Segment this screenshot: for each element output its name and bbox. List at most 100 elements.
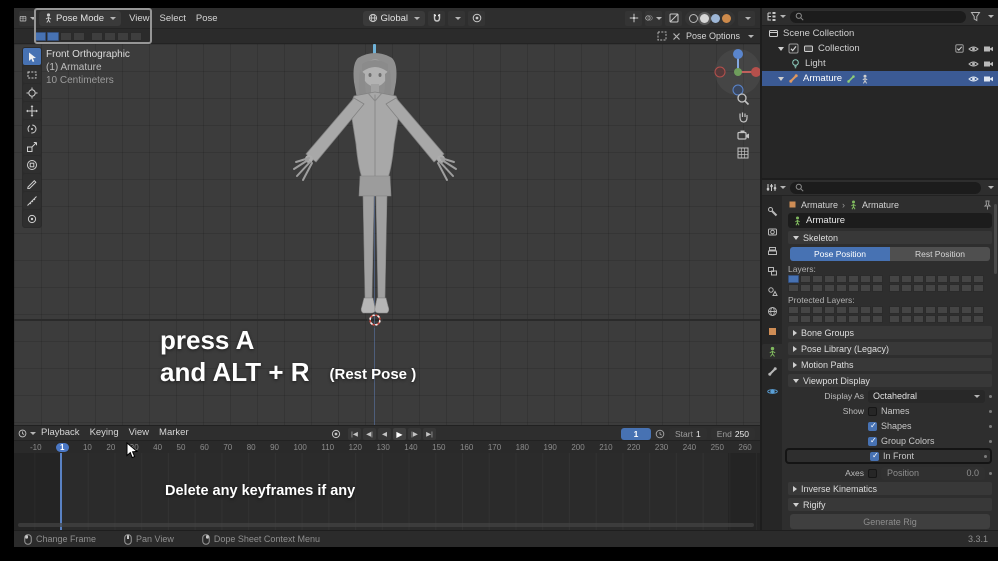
layer-toggle[interactable] [937, 284, 948, 292]
layer-toggle[interactable] [824, 275, 835, 283]
protected-layer-toggle[interactable] [937, 306, 948, 314]
zoom-icon[interactable] [736, 92, 750, 106]
section-motion-paths[interactable]: Motion Paths [788, 358, 992, 371]
bone-layer-toggle[interactable] [104, 32, 116, 41]
pan-hand-icon[interactable] [736, 110, 750, 124]
protected-layer-toggle[interactable] [925, 306, 936, 314]
menu-item[interactable]: Keying [85, 425, 124, 441]
tab-physics[interactable] [762, 384, 782, 399]
protected-layer-toggle[interactable] [889, 306, 900, 314]
end-frame-field[interactable]: End 250 [711, 428, 755, 440]
clock-small-icon[interactable] [655, 429, 665, 439]
layer-toggle[interactable] [913, 284, 924, 292]
cursor-tool-button[interactable] [23, 84, 41, 101]
protected-layer-toggle[interactable] [913, 306, 924, 314]
section-pose-library[interactable]: Pose Library (Legacy) [788, 342, 992, 355]
layer-toggle[interactable] [812, 275, 823, 283]
generate-rig-button[interactable]: Generate Rig [790, 514, 990, 529]
move-tool-button[interactable] [23, 102, 41, 119]
layer-toggle[interactable] [800, 284, 811, 292]
camera-icon[interactable] [983, 44, 994, 53]
eye-icon[interactable] [968, 60, 979, 68]
layer-toggle[interactable] [848, 275, 859, 283]
show-overlays-button[interactable] [645, 11, 662, 26]
bone-layer-toggle[interactable] [73, 32, 85, 41]
start-frame-field[interactable]: Start 1 [669, 428, 707, 440]
outliner-row-light[interactable]: Light [762, 56, 998, 71]
camera-icon[interactable] [983, 74, 994, 83]
scale-tool-button[interactable] [23, 138, 41, 155]
x-mirror-icon[interactable] [672, 32, 681, 41]
layer-toggle[interactable] [949, 275, 960, 283]
menu-item[interactable]: Select [154, 8, 190, 29]
layer-toggle[interactable] [925, 275, 936, 283]
transform-mirror-icon[interactable] [657, 31, 667, 41]
layer-toggle[interactable] [937, 275, 948, 283]
tab-bone[interactable] [762, 364, 782, 379]
shading-solid-icon[interactable] [700, 14, 709, 23]
bone-layer-toggle[interactable] [34, 32, 46, 41]
breadcrumb-object[interactable]: Armature [801, 200, 838, 210]
select-box-tool-button[interactable] [23, 66, 41, 83]
animate-dot[interactable] [989, 410, 992, 413]
layer-toggle[interactable] [973, 275, 984, 283]
snap-toggle-button[interactable] [428, 11, 445, 26]
bone-layer-toggle[interactable] [117, 32, 129, 41]
shapes-checkbox[interactable] [868, 422, 877, 431]
layer-toggle[interactable] [973, 284, 984, 292]
layer-toggle[interactable] [872, 275, 883, 283]
layer-toggle[interactable] [961, 275, 972, 283]
transform-orientation-dropdown[interactable]: Global [363, 11, 425, 26]
snap-settings-button[interactable] [448, 11, 465, 26]
tab-world[interactable] [762, 304, 782, 319]
layer-toggle[interactable] [889, 275, 900, 283]
protected-layer-toggle[interactable] [961, 315, 972, 323]
transport-button[interactable]: ◀| [363, 428, 376, 440]
protected-layer-toggle[interactable] [973, 306, 984, 314]
layer-toggle[interactable] [913, 275, 924, 283]
protected-layer-toggle[interactable] [872, 315, 883, 323]
protected-layer-toggle[interactable] [848, 315, 859, 323]
proportional-edit-button[interactable] [468, 11, 485, 26]
bone-layer-toggle[interactable] [60, 32, 72, 41]
tweak-tool-button[interactable] [23, 48, 41, 65]
animate-dot[interactable] [984, 455, 987, 458]
group-colors-checkbox[interactable] [868, 437, 877, 446]
transport-button[interactable]: ▶ [393, 428, 406, 440]
layer-toggle[interactable] [901, 275, 912, 283]
disclosure-triangle-icon[interactable] [778, 47, 784, 51]
section-viewport-display[interactable]: Viewport Display [788, 374, 992, 387]
tab-tool[interactable] [762, 204, 782, 219]
transport-button[interactable]: |◀ [348, 428, 361, 440]
measure-tool-button[interactable] [23, 192, 41, 209]
protected-layer-toggle[interactable] [824, 315, 835, 323]
bone-layer-toggle[interactable] [91, 32, 103, 41]
protected-layer-toggle[interactable] [949, 315, 960, 323]
pose-options-dropdown[interactable]: Pose Options [686, 31, 740, 41]
protected-layer-toggle[interactable] [788, 315, 799, 323]
outliner-row-collection[interactable]: Collection [762, 41, 998, 56]
layer-toggle[interactable] [961, 284, 972, 292]
protected-layer-toggle[interactable] [949, 306, 960, 314]
protected-layer-toggle[interactable] [836, 306, 847, 314]
outliner-row-scene-collection[interactable]: Scene Collection [762, 26, 998, 41]
protected-layer-toggle[interactable] [913, 315, 924, 323]
axes-checkbox[interactable] [868, 469, 877, 478]
protected-layer-toggle[interactable] [961, 306, 972, 314]
outliner-editor-type-button[interactable] [766, 11, 786, 22]
protected-layer-toggle[interactable] [800, 306, 811, 314]
disclosure-triangle-icon[interactable] [778, 77, 784, 81]
shading-dropdown-button[interactable] [738, 11, 755, 26]
timeline-editor-type-button[interactable] [18, 426, 36, 440]
section-rigify[interactable]: Rigify [788, 498, 992, 511]
protected-layer-toggle[interactable] [973, 315, 984, 323]
animate-dot[interactable] [989, 472, 992, 475]
animate-dot[interactable] [989, 425, 992, 428]
layer-toggle[interactable] [860, 275, 871, 283]
properties-editor-type-button[interactable] [766, 182, 786, 193]
layer-toggle[interactable] [788, 284, 799, 292]
show-gizmo-button[interactable] [625, 11, 642, 26]
timeline-scrollbar[interactable] [18, 523, 754, 527]
pose-position-button[interactable]: Pose Position [790, 247, 890, 261]
viewport-3d[interactable]: Front Orthographic (1) Armature 10 Centi… [14, 44, 760, 425]
